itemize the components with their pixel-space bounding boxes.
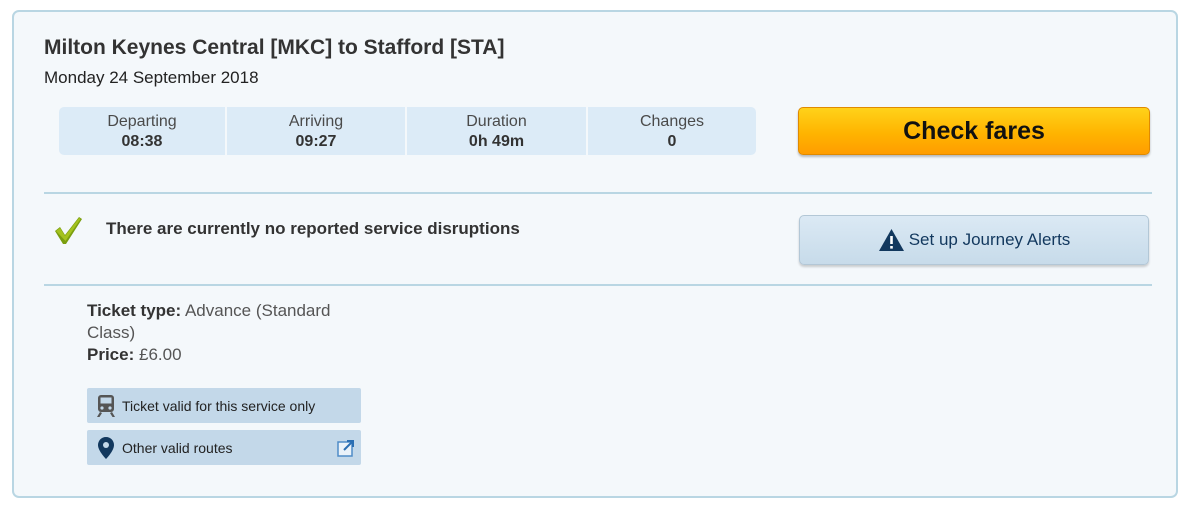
ticket-price: Price: £6.00 xyxy=(87,344,377,366)
ticket-info: Ticket type: Advance (Standard Class) Pr… xyxy=(87,300,377,366)
section-divider xyxy=(44,284,1152,286)
warning-icon xyxy=(878,229,904,251)
ticket-type-label: Ticket type: xyxy=(87,301,182,320)
ticket-price-label: Price: xyxy=(87,345,135,364)
stat-label: Departing xyxy=(107,113,177,130)
stat-value: 0h 49m xyxy=(468,133,525,150)
stat-value: 08:38 xyxy=(121,133,163,150)
journey-date: Monday 24 September 2018 xyxy=(44,68,259,87)
stat-value: 0 xyxy=(667,133,677,150)
train-icon xyxy=(97,394,115,417)
journey-alerts-label: Set up Journey Alerts xyxy=(908,230,1071,249)
journey-card: Milton Keynes Central [MKC] to Stafford … xyxy=(12,10,1178,498)
ticket-validity-label: Ticket valid for this service only xyxy=(122,397,316,414)
journey-title: Milton Keynes Central [MKC] to Stafford … xyxy=(44,36,505,59)
other-valid-routes-link[interactable]: Other valid routes xyxy=(87,430,361,465)
stat-label: Changes xyxy=(639,113,705,130)
map-pin-icon xyxy=(98,436,114,459)
ticket-type: Ticket type: Advance (Standard Class) xyxy=(87,300,377,344)
stat-label: Duration xyxy=(466,113,527,130)
disruption-status: There are currently no reported service … xyxy=(106,219,520,238)
stat-label: Arriving xyxy=(288,113,344,130)
check-fares-button[interactable]: Check fares xyxy=(798,107,1150,155)
external-link-icon xyxy=(337,440,354,457)
checkmark-icon xyxy=(55,217,82,244)
stat-departing: Departing 08:38 xyxy=(59,107,225,155)
stat-value: 09:27 xyxy=(295,133,337,150)
stat-changes: Changes 0 xyxy=(588,107,756,155)
section-divider xyxy=(44,192,1152,194)
other-valid-routes-label: Other valid routes xyxy=(122,439,233,456)
journey-alerts-button[interactable]: Set up Journey Alerts xyxy=(799,215,1149,265)
ticket-validity-info: Ticket valid for this service only xyxy=(87,388,361,423)
stat-arriving: Arriving 09:27 xyxy=(227,107,405,155)
stat-duration: Duration 0h 49m xyxy=(407,107,586,155)
ticket-price-value: £6.00 xyxy=(138,345,182,364)
